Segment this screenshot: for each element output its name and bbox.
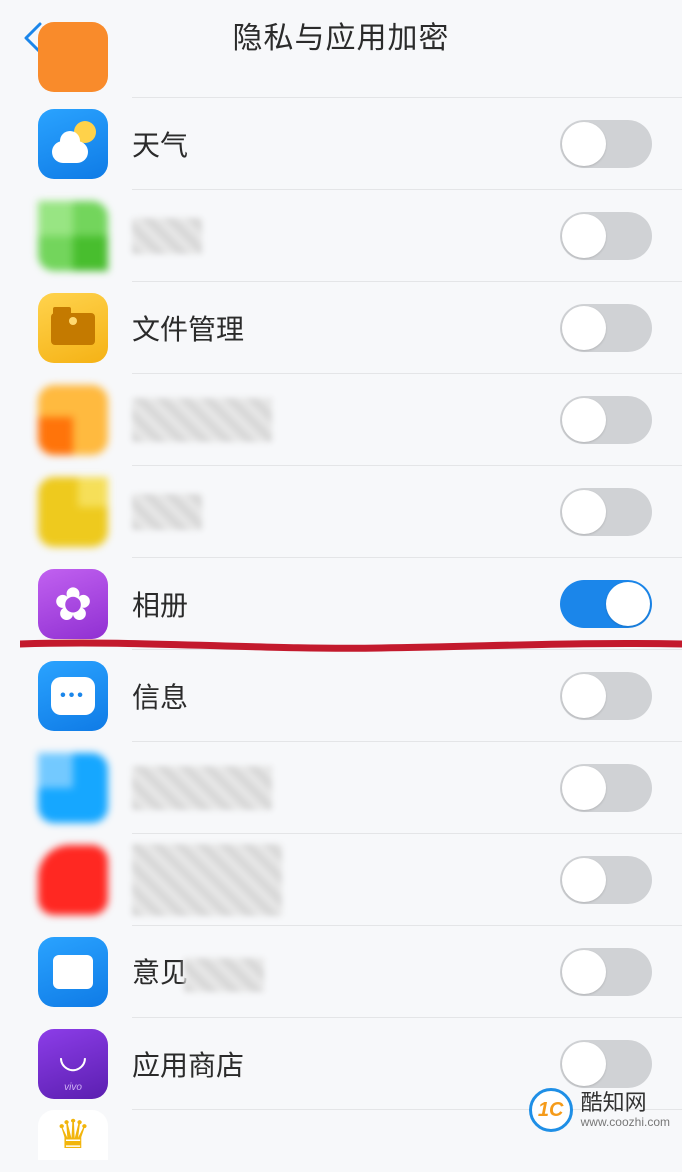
list-item-files[interactable]: 文件管理 xyxy=(0,282,682,374)
toggle[interactable] xyxy=(560,212,652,260)
app-label: 相册 xyxy=(132,584,188,624)
app-icon xyxy=(38,22,108,92)
feedback-icon xyxy=(38,937,108,1007)
toggle[interactable] xyxy=(560,764,652,812)
app-icon xyxy=(38,201,108,271)
toggle[interactable] xyxy=(560,856,652,904)
list-item-messages[interactable]: ••• 信息 xyxy=(0,650,682,742)
app-list: 天气 文件管理 xyxy=(0,70,682,1172)
censored-label xyxy=(132,494,202,530)
toggle-store[interactable] xyxy=(560,1040,652,1088)
censored-label xyxy=(132,766,272,810)
list-item-gallery[interactable]: ✿ 相册 xyxy=(0,558,682,650)
messages-icon: ••• xyxy=(38,661,108,731)
gallery-icon: ✿ xyxy=(38,569,108,639)
list-item-weather[interactable]: 天气 xyxy=(0,98,682,190)
watermark-url: www.coozhi.com xyxy=(581,1116,670,1129)
censored-label xyxy=(132,398,272,442)
toggle[interactable] xyxy=(560,396,652,444)
folder-icon xyxy=(38,293,108,363)
list-item[interactable] xyxy=(0,466,682,558)
list-item[interactable] xyxy=(0,374,682,466)
app-icon xyxy=(38,845,108,915)
watermark-name: 酷知网 xyxy=(581,1091,670,1115)
app-icon xyxy=(38,477,108,547)
list-item[interactable] xyxy=(0,190,682,282)
toggle-gallery[interactable] xyxy=(560,580,652,628)
list-item[interactable] xyxy=(0,834,682,926)
app-label: 文件管理 xyxy=(132,308,244,348)
appstore-icon: ◡vivo xyxy=(38,1029,108,1099)
watermark-logo-icon: 1C xyxy=(529,1088,573,1132)
toggle-files[interactable] xyxy=(560,304,652,352)
app-icon xyxy=(38,385,108,455)
list-item[interactable] xyxy=(0,70,682,98)
weather-icon xyxy=(38,109,108,179)
censored-label xyxy=(132,218,202,254)
toggle[interactable] xyxy=(560,488,652,536)
crown-icon: ♛ xyxy=(38,1110,108,1160)
app-icon xyxy=(38,753,108,823)
toggle-feedback[interactable] xyxy=(560,948,652,996)
toggle-messages[interactable] xyxy=(560,672,652,720)
list-item[interactable] xyxy=(0,742,682,834)
app-label: 意见 xyxy=(132,951,264,992)
app-label: 天气 xyxy=(132,124,188,164)
toggle-weather[interactable] xyxy=(560,120,652,168)
app-label: 信息 xyxy=(132,676,188,716)
watermark: 1C 酷知网 www.coozhi.com xyxy=(529,1088,670,1132)
list-item-feedback[interactable]: 意见 xyxy=(0,926,682,1018)
censored-label xyxy=(132,844,282,916)
app-label: 应用商店 xyxy=(132,1044,244,1084)
